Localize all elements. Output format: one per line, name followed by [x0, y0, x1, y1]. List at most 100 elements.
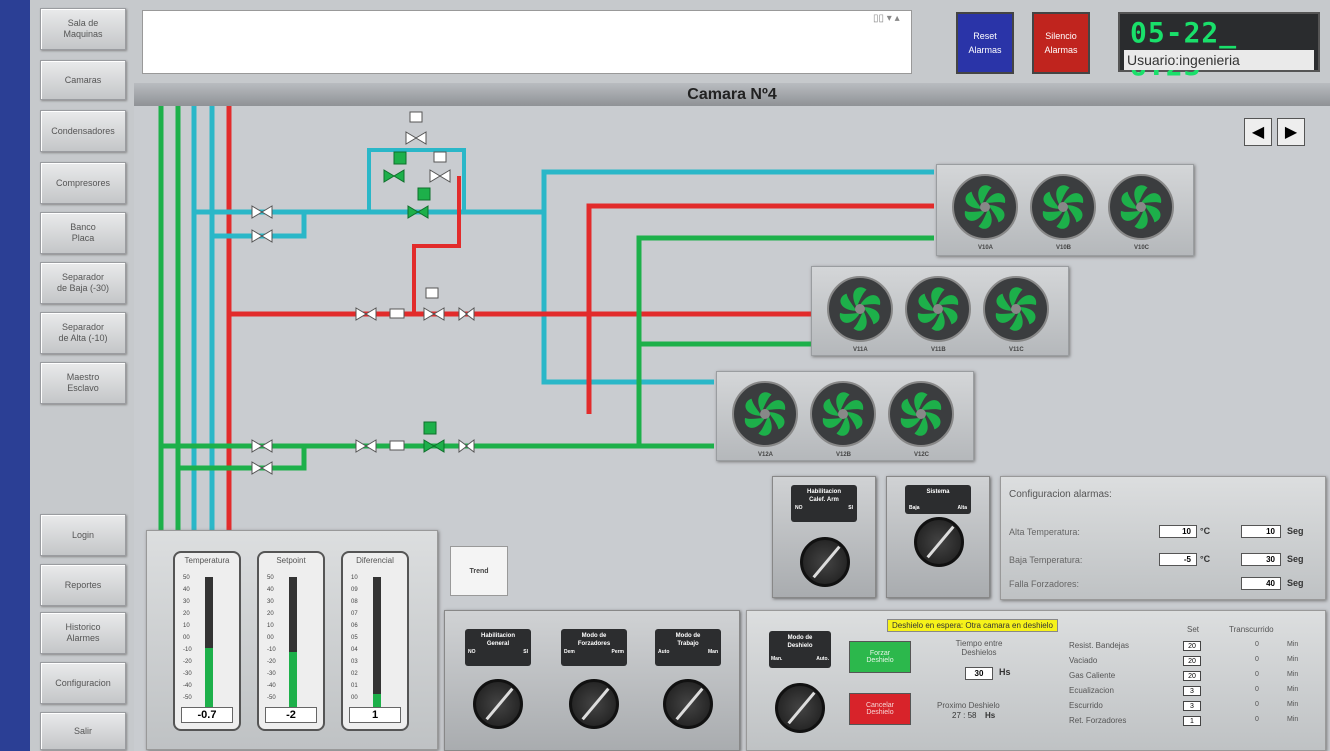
gauge-tick: 00 — [183, 635, 190, 641]
gauge-tick: 20 — [267, 611, 274, 617]
fan-label: V12A — [758, 452, 774, 458]
clock-display: 05-22_ 8:23 Usuario:ingenieria — [1118, 12, 1320, 82]
setpoint-gauge: Setpoint -2 50 40 30 20 10 00 -10 -20 -30 -40 -50 — [257, 551, 325, 731]
defrost-status: Deshielo en espera: Otra camara en deshi… — [887, 619, 1058, 632]
fan-label: V11C — [1009, 347, 1024, 353]
trabajo-knob[interactable] — [663, 679, 713, 729]
prev-arrow-button[interactable]: ◀ — [1244, 118, 1272, 146]
alarm-list[interactable]: ▯▯ ▾ ▴ — [142, 10, 912, 74]
page-title: Camara Nº4 — [134, 83, 1330, 106]
defrost-step-label: Ret. Forzadores — [1069, 716, 1127, 725]
gauge-tick: 40 — [267, 587, 274, 593]
gauge-tick: -10 — [183, 647, 192, 653]
defrost-step-elapsed: 0 — [1255, 686, 1259, 693]
trend-button[interactable]: Trend — [450, 546, 508, 596]
fan-v12a-icon[interactable] — [732, 381, 798, 447]
gauge-tick: 10 — [351, 575, 358, 581]
sidebar-item-banco-placa[interactable]: Banco Placa — [40, 212, 126, 254]
gauge-tick: -50 — [183, 695, 192, 701]
gauge-tick: 50 — [183, 575, 190, 581]
sidebar-item-historico-alarmes[interactable]: Historico Alarmes — [40, 612, 126, 654]
fan-v10b-icon[interactable] — [1030, 174, 1096, 240]
sidebar-item-separador-baja[interactable]: Separador de Baja (-30) — [40, 262, 126, 304]
gauge-tick: 10 — [267, 623, 274, 629]
defrost-step-unit: Min — [1287, 686, 1299, 693]
sidebar-item-maestro-esclavo[interactable]: Maestro Esclavo — [40, 362, 126, 404]
cancel-defrost-button[interactable]: Cancelar Deshielo — [849, 693, 911, 725]
gauge-tick: 08 — [351, 599, 358, 605]
fan-label: V10A — [978, 245, 994, 251]
fan-v10a-icon[interactable] — [952, 174, 1018, 240]
sidebar-item-reportes[interactable]: Reportes — [40, 564, 126, 606]
deshielo-knob[interactable] — [775, 683, 825, 733]
fan-v10c-icon[interactable] — [1108, 174, 1174, 240]
silence-alarms-button[interactable]: Silencio Alarmas — [1032, 12, 1090, 74]
defrost-step-set[interactable]: 20 — [1183, 656, 1201, 666]
defrost-step-set[interactable]: 1 — [1183, 716, 1201, 726]
defrost-step-unit: Min — [1287, 656, 1299, 663]
gauge-level — [289, 652, 297, 707]
low-temp-input[interactable]: -5 — [1159, 553, 1197, 566]
knob-calef: Habilitacion Calef. Arm NO SI — [772, 476, 876, 598]
sidebar: Sala de Maquinas Camaras Condensadores C… — [30, 0, 134, 751]
fan-label: V10B — [1056, 245, 1072, 251]
defrost-step-elapsed: 0 — [1255, 656, 1259, 663]
fan-v11b-icon[interactable] — [905, 276, 971, 342]
gauge-title: Diferencial — [356, 556, 394, 565]
gauge-tick: 04 — [351, 647, 358, 653]
general-knob[interactable] — [473, 679, 523, 729]
setpoint-value[interactable]: -2 — [265, 707, 317, 723]
defrost-interval-input[interactable]: 30 — [965, 667, 993, 680]
low-temp-secs-input[interactable]: 30 — [1241, 553, 1281, 566]
gauge-tick: 50 — [267, 575, 274, 581]
scroll-arrows-icon[interactable]: ▯▯ ▾ ▴ — [873, 13, 900, 24]
sidebar-item-login[interactable]: Login — [40, 514, 126, 556]
defrost-step-set[interactable]: 20 — [1183, 641, 1201, 651]
defrost-step-label: Ecualizacion — [1069, 686, 1114, 695]
fan-v12b-icon[interactable] — [810, 381, 876, 447]
sidebar-item-compresores[interactable]: Compresores — [40, 162, 126, 204]
alarm-config-title: Configuracion alarmas: — [1009, 489, 1112, 500]
fan-v11c-icon[interactable] — [983, 276, 1049, 342]
gauge-title: Setpoint — [276, 556, 306, 565]
high-temp-input[interactable]: 10 — [1159, 525, 1197, 538]
differential-value[interactable]: 1 — [349, 707, 401, 723]
gauge-tick: -50 — [267, 695, 276, 701]
current-user: Usuario:ingenieria — [1124, 50, 1314, 70]
sidebar-item-salir[interactable]: Salir — [40, 712, 126, 750]
defrost-step-unit: Min — [1287, 701, 1299, 708]
forzadores-knob[interactable] — [569, 679, 619, 729]
sidebar-item-separador-alta[interactable]: Separador de Alta (-10) — [40, 312, 126, 354]
sidebar-item-condensadores[interactable]: Condensadores — [40, 110, 126, 152]
gauge-tick: -40 — [267, 683, 276, 689]
gauge-tick: 40 — [183, 587, 190, 593]
gauge-level — [373, 694, 381, 707]
fan-fail-secs-input[interactable]: 40 — [1241, 577, 1281, 590]
defrost-step-elapsed: 0 — [1255, 701, 1259, 708]
defrost-step-label: Resist. Bandejas — [1069, 641, 1130, 650]
defrost-step-set[interactable]: 20 — [1183, 671, 1201, 681]
fan-label: V11B — [931, 347, 946, 353]
gauge-tick: 03 — [351, 659, 358, 665]
knob-sistema: Sistema Baja Alta — [886, 476, 990, 598]
sidebar-item-sala-de-maquinas[interactable]: Sala de Maquinas — [40, 8, 126, 50]
sidebar-item-camaras[interactable]: Camaras — [40, 60, 126, 100]
sidebar-item-configuracion[interactable]: Configuracion — [40, 662, 126, 704]
force-defrost-button[interactable]: Forzar Deshielo — [849, 641, 911, 673]
defrost-step-set[interactable]: 3 — [1183, 701, 1201, 711]
temperature-value: -0.7 — [181, 707, 233, 723]
defrost-step-set[interactable]: 3 — [1183, 686, 1201, 696]
gauge-tick: 07 — [351, 611, 358, 617]
sistema-knob[interactable] — [914, 517, 964, 567]
gauge-tick: -20 — [183, 659, 192, 665]
gauge-tick: 00 — [267, 635, 274, 641]
fan-v12c-icon[interactable] — [888, 381, 954, 447]
reset-alarms-button[interactable]: Reset Alarmas — [956, 12, 1014, 74]
gauge-tick: 30 — [267, 599, 274, 605]
high-temp-secs-input[interactable]: 10 — [1241, 525, 1281, 538]
calef-knob[interactable] — [800, 537, 850, 587]
next-defrost-value: 27 : 58 — [952, 711, 977, 720]
next-arrow-button[interactable]: ▶ — [1277, 118, 1305, 146]
fan-v11a-icon[interactable] — [827, 276, 893, 342]
defrost-panel: Modo de Deshielo Man. Auto. Deshielo en … — [746, 610, 1326, 751]
